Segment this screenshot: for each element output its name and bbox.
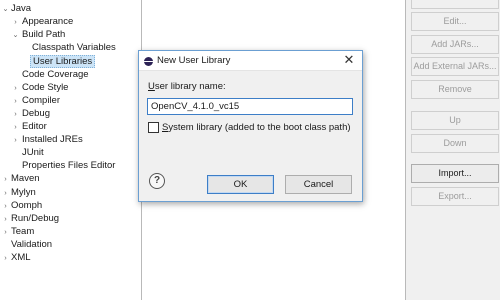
close-icon[interactable]: ✕ [342, 53, 356, 67]
tree-item-label: Run/Debug [11, 212, 60, 224]
cancel-button[interactable]: Cancel [285, 175, 352, 194]
tree-item-label: Code Coverage [22, 68, 89, 80]
tree-item-label: Editor [22, 121, 47, 132]
tree-item-label: Team [11, 225, 35, 237]
chevron-right-icon[interactable]: › [11, 107, 20, 120]
tree-item-label: Oomph [11, 199, 43, 211]
preferences-tree[interactable]: ›Install/Update⌄Java›Appearance⌄Build Pa… [0, 0, 141, 300]
tree-item-label: Installed JREs [22, 134, 83, 146]
up-button[interactable]: Up [411, 111, 499, 130]
tree-item-label: User Libraries [30, 54, 96, 68]
import-button[interactable]: Import... [411, 164, 499, 183]
chevron-right-icon[interactable]: › [11, 133, 20, 146]
system-library-label[interactable]: System library (added to the boot class … [162, 122, 351, 133]
library-name-label-text: ser library name: [154, 81, 226, 92]
add-external-jars-button[interactable]: Add External JARs... [411, 57, 499, 76]
tree-item-label: Validation [11, 238, 53, 250]
chevron-down-icon[interactable]: ⌄ [11, 28, 20, 41]
system-library-checkbox[interactable] [148, 122, 159, 133]
add-jars-button[interactable]: Add JARs... [411, 35, 499, 54]
tree-item-label: Classpath Variables [32, 42, 116, 54]
chevron-right-icon[interactable]: › [11, 15, 20, 28]
tree-item-label: Compiler [22, 94, 61, 106]
system-library-label-text: ystem library (added to the boot class p… [168, 122, 351, 133]
down-button[interactable]: Down [411, 134, 499, 153]
chevron-right-icon[interactable]: › [11, 120, 20, 133]
tree-item-label: Code Style [22, 81, 69, 93]
tree-item-label: JUnit [22, 147, 44, 159]
export-button[interactable]: Export... [411, 187, 499, 206]
chevron-right-icon[interactable]: › [11, 94, 20, 107]
tree-item-label: Mylyn [11, 186, 36, 198]
tree-item-label: Appearance [22, 16, 74, 28]
help-icon[interactable]: ? [149, 173, 165, 189]
library-name-input[interactable] [147, 98, 353, 115]
dialog-title: New User Library [157, 55, 231, 66]
button-column: Edit... Add JARs... Add External JARs...… [406, 0, 500, 300]
tree-item-label: Java [11, 3, 32, 15]
chevron-right-icon[interactable]: › [11, 81, 20, 94]
remove-button[interactable]: Remove [411, 80, 499, 99]
dialog-title-bar[interactable]: New User Library ✕ [139, 51, 362, 71]
eclipse-icon [144, 57, 153, 66]
tree-item-label: XML [11, 252, 31, 263]
new-user-library-dialog: New User Library ✕ User library name: Sy… [138, 50, 363, 202]
tree-item-label: Maven [11, 173, 40, 185]
new-button [411, 0, 499, 9]
tree-item-label: Build Path [22, 29, 66, 41]
library-name-label: User library name: [148, 81, 226, 92]
ok-button[interactable]: OK [207, 175, 274, 194]
tree-item-label: Debug [22, 107, 50, 119]
edit-button[interactable]: Edit... [411, 12, 499, 31]
tree-item-label: Properties Files Editor [22, 160, 116, 172]
library-name-mnemonic: U [148, 81, 155, 92]
